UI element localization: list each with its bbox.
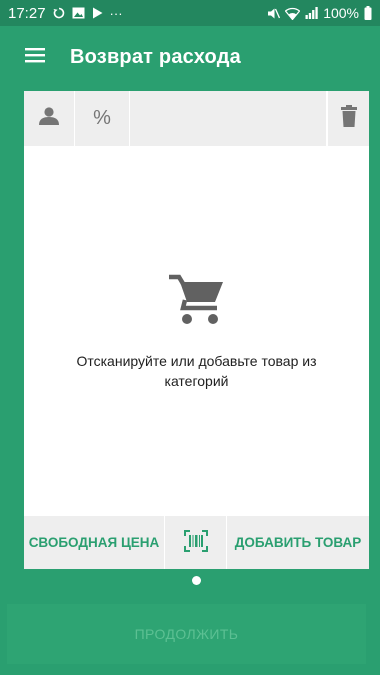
wifi-icon [285, 7, 301, 20]
empty-state: Отсканируйте или добавьте товар из катег… [24, 146, 369, 516]
add-item-button[interactable]: ДОБАВИТЬ ТОВАР [227, 516, 369, 569]
battery-icon [364, 6, 372, 20]
signal-icon [305, 7, 318, 19]
image-icon [72, 7, 85, 19]
hamburger-icon [25, 47, 45, 68]
sync-icon [53, 7, 65, 19]
toolbar-spacer [130, 91, 327, 146]
action-bar: СВОБОДНАЯ ЦЕНА ДОБАВИТЬ ТОВАР [24, 516, 369, 569]
empty-message: Отсканируйте или добавьте товар из катег… [76, 353, 317, 389]
page-indicator-dot [192, 576, 201, 585]
continue-button[interactable]: ПРОДОЛЖИТЬ [7, 604, 366, 664]
status-time: 17:27 [8, 4, 46, 22]
free-price-button[interactable]: СВОБОДНАЯ ЦЕНА [24, 516, 165, 569]
cart-icon [168, 272, 225, 333]
status-right: 100% [267, 5, 372, 21]
receipt-toolbar: % [24, 91, 369, 146]
percent-label: % [93, 107, 111, 129]
barcode-scan-icon [183, 530, 208, 555]
menu-button[interactable] [0, 26, 70, 88]
page-title: Возврат расхода [70, 45, 241, 68]
trash-icon [340, 105, 357, 132]
receipt-card: % Отсканируйте или добавьте товар из кат… [24, 91, 369, 569]
mute-icon [267, 7, 281, 20]
more-icon: ··· [109, 5, 123, 21]
battery-percent: 100% [323, 5, 359, 21]
person-icon [38, 107, 60, 130]
status-left: 17:27 ··· [8, 5, 123, 22]
play-store-icon [92, 7, 103, 19]
discount-button[interactable]: % [75, 91, 130, 146]
delete-button[interactable] [327, 91, 369, 146]
status-bar: 17:27 ··· 100% [0, 0, 380, 26]
app-bar: Возврат расхода [0, 26, 380, 88]
customer-button[interactable] [24, 91, 75, 146]
scan-button[interactable] [165, 516, 227, 569]
